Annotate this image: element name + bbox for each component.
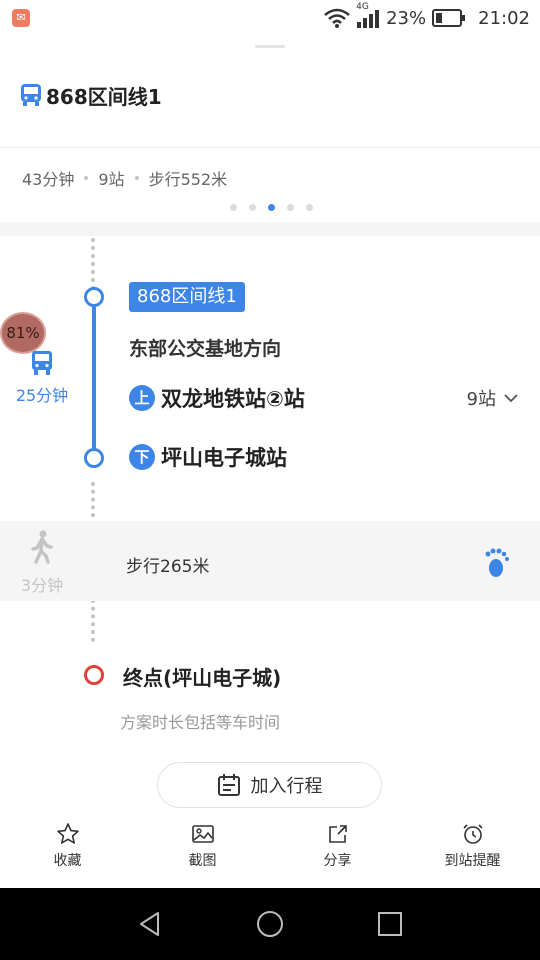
recents-icon[interactable] <box>376 910 404 938</box>
route-header: 868区间线1 <box>20 80 162 110</box>
screenshot-button[interactable]: 截图 <box>135 808 270 888</box>
walk-segment-side: 3分钟 <box>10 530 74 596</box>
favorite-label: 收藏 <box>53 853 82 869</box>
bus-line-chip[interactable]: 868区间线1 <box>129 282 245 312</box>
battery-percent: 23% <box>386 7 427 29</box>
share-icon <box>328 825 347 843</box>
add-to-itinerary-label: 加入行程 <box>250 776 323 797</box>
alight-marker: 下 <box>129 444 155 470</box>
board-node <box>84 287 104 307</box>
bus-duration: 25分钟 <box>15 386 69 405</box>
page-dot[interactable] <box>249 204 256 211</box>
status-indicators: 4G 23% 21:02 <box>324 2 530 30</box>
alight-node <box>84 448 104 468</box>
separator-dot <box>134 176 139 180</box>
bottom-action-bar: 收藏 截图 分享 到站提醒 <box>0 808 540 888</box>
timeline-bus-line <box>92 297 96 459</box>
home-icon[interactable] <box>255 909 285 939</box>
timeline-dotted-start <box>91 238 95 290</box>
end-note: 方案时长包括等车时间 <box>120 713 281 732</box>
sheet-grab-handle[interactable] <box>255 45 285 48</box>
board-stop-name: 双龙地铁站②站 <box>161 387 305 411</box>
section-separator <box>0 222 540 236</box>
alarm-icon <box>462 824 483 844</box>
board-stop-row[interactable]: 上 双龙地铁站②站 <box>129 384 305 412</box>
page-dot[interactable] <box>268 204 275 211</box>
calendar-icon <box>217 774 240 796</box>
signal-indicator: 4G <box>356 2 380 28</box>
back-icon[interactable] <box>136 910 164 938</box>
separator-dot <box>84 176 89 180</box>
floating-percent-badge[interactable]: 81% <box>0 312 46 354</box>
summary-walk: 步行552米 <box>148 170 228 189</box>
walking-person-icon <box>31 530 53 564</box>
walk-duration: 3分钟 <box>20 576 64 595</box>
bus-icon <box>21 84 41 106</box>
screenshot-label: 截图 <box>188 853 217 869</box>
page-dot[interactable] <box>230 204 237 211</box>
arrival-reminder-label: 到站提醒 <box>444 853 501 869</box>
image-icon <box>191 825 214 843</box>
network-type: 4G <box>356 2 369 12</box>
clock: 21:02 <box>478 7 530 29</box>
page-indicator[interactable] <box>230 204 313 211</box>
walk-segment <box>0 521 540 601</box>
wifi-icon <box>324 8 350 28</box>
share-button[interactable]: 分享 <box>270 808 405 888</box>
page-dot[interactable] <box>287 204 294 211</box>
notification-icon: ✉ <box>12 9 30 27</box>
add-to-itinerary-button[interactable]: 加入行程 <box>157 762 382 808</box>
route-summary: 43分钟 9站 步行552米 <box>22 166 227 190</box>
star-icon <box>56 823 79 844</box>
favorite-button[interactable]: 收藏 <box>0 808 135 888</box>
end-node <box>84 665 104 685</box>
page-dot[interactable] <box>306 204 313 211</box>
alight-stop-name: 坪山电子城站 <box>161 446 287 470</box>
arrival-reminder-button[interactable]: 到站提醒 <box>405 808 540 888</box>
end-title: 终点(坪山电子城) <box>123 666 282 690</box>
bus-segment-side: 25分钟 <box>10 350 74 406</box>
route-title: 868区间线1 <box>46 84 162 109</box>
chevron-down-icon <box>504 394 518 403</box>
system-navigation-bar <box>0 888 540 960</box>
divider <box>0 147 540 148</box>
walk-distance: 步行265米 <box>126 557 210 577</box>
share-label: 分享 <box>323 853 352 869</box>
bus-direction: 东部公交基地方向 <box>129 338 282 360</box>
alight-stop-row[interactable]: 下 坪山电子城站 <box>129 443 287 471</box>
footprint-icon[interactable] <box>484 548 510 578</box>
status-bar: ✉ 4G 23% 21:02 <box>0 0 540 36</box>
summary-duration: 43分钟 <box>22 170 75 189</box>
battery-icon <box>432 9 466 27</box>
stops-count: 9站 <box>466 389 496 410</box>
bus-icon <box>32 351 52 375</box>
summary-stops: 9站 <box>98 170 125 189</box>
board-marker: 上 <box>129 385 155 411</box>
stops-count-toggle[interactable]: 9站 <box>467 385 518 411</box>
